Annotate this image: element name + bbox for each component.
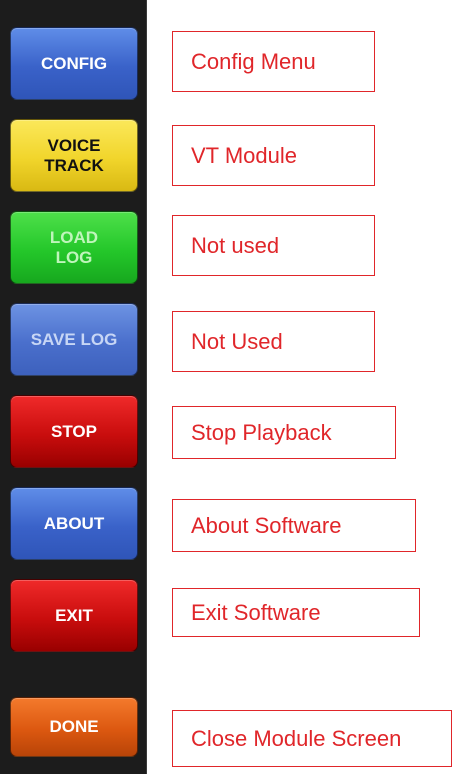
config-menu-annotation: Config Menu (172, 31, 375, 92)
about-software-annotation: About Software (172, 499, 416, 552)
not-used-annotation: Not used (172, 215, 375, 276)
stop-button[interactable]: STOP (10, 395, 138, 468)
load-log-button[interactable]: LOAD LOG (10, 211, 138, 284)
exit-software-annotation: Exit Software (172, 588, 420, 637)
voice-track-button[interactable]: VOICE TRACK (10, 119, 138, 192)
save-log-button[interactable]: SAVE LOG (10, 303, 138, 376)
exit-button[interactable]: EXIT (10, 579, 138, 652)
stop-playback-annotation: Stop Playback (172, 406, 396, 459)
done-button[interactable]: DONE (10, 697, 138, 757)
vt-module-annotation: VT Module (172, 125, 375, 186)
config-button[interactable]: CONFIG (10, 27, 138, 100)
close-module-screen-annotation: Close Module Screen (172, 710, 452, 767)
about-button[interactable]: ABOUT (10, 487, 138, 560)
button-panel: CONFIG VOICE TRACK LOAD LOG SAVE LOG STO… (0, 0, 147, 774)
not-used-save-annotation: Not Used (172, 311, 375, 372)
